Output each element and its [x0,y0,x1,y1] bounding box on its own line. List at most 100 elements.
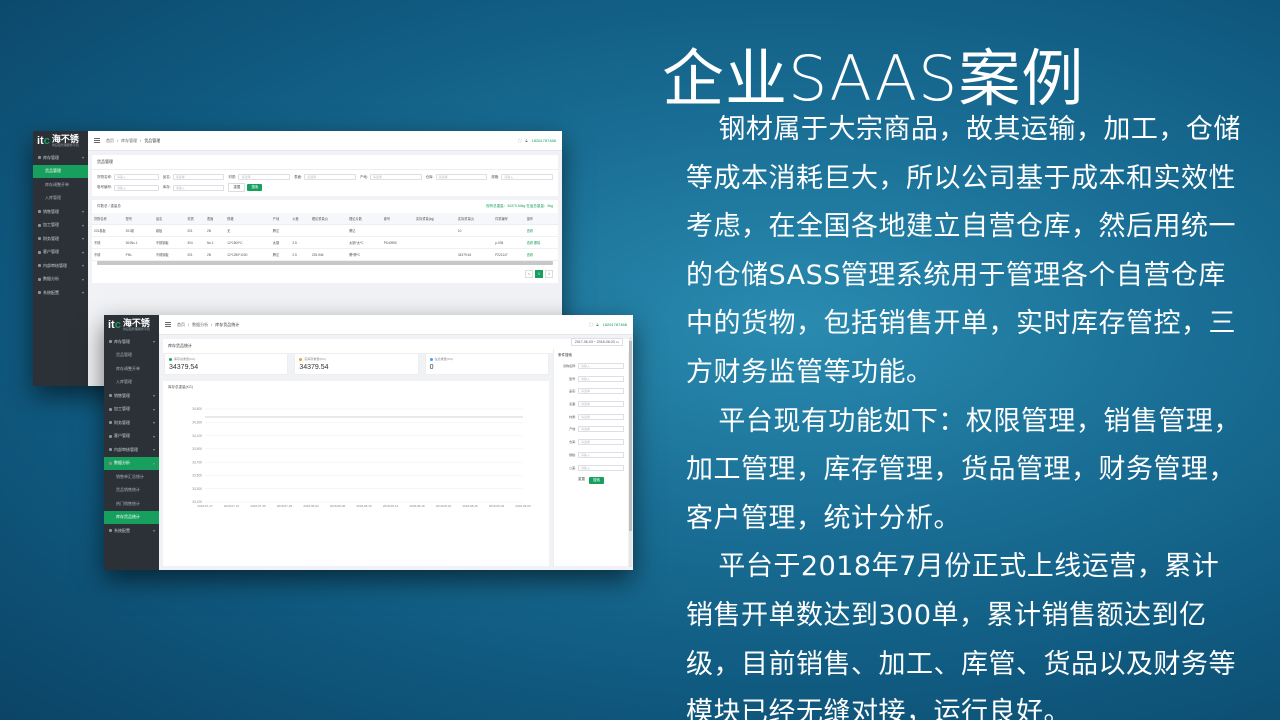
lock-icon[interactable]: 🔒︎ [525,138,527,143]
user-menu[interactable]: 18261787488 [603,322,627,327]
page-button[interactable]: 1 [535,270,543,278]
menu-icon [38,156,41,160]
column-header[interactable]: 件重编号 [493,213,525,225]
filter-input[interactable]: 请选择 [578,426,624,433]
menu-toggle-icon[interactable] [165,322,171,327]
column-header[interactable]: 规格 [225,213,271,225]
sidebar-item-label: 库存管理 [43,154,59,160]
sidebar-item[interactable]: 热门销售统计 [104,497,159,511]
lock-icon[interactable]: 🔒︎ [596,322,598,327]
filter-input[interactable]: 请选择 [172,174,225,180]
menu-icon [38,237,41,241]
fullscreen-icon[interactable]: ⛶ [590,322,593,327]
filter-input[interactable]: 请选择 [369,174,422,180]
filter-input[interactable]: 请选择 [238,174,291,180]
sidebar-item[interactable]: 客户管理 ▾ [33,246,88,260]
fullscreen-icon[interactable]: ⛶ [519,138,522,143]
column-header[interactable]: 公差 [290,213,310,225]
search-button[interactable]: 搜索 [589,477,604,485]
sidebar-item[interactable]: 数据分析 ▾ [104,456,159,470]
sidebar-item[interactable]: 销售管理 ▾ [33,205,88,219]
sidebar-item[interactable]: 库存调整开单 [33,178,88,192]
search-panel-title: 条件搜索 [558,353,572,357]
menu-icon [38,210,41,214]
topbar: 首页 / 库存管理 / 货品管理 ⛶ 🔒︎ 18261787488 [88,131,562,151]
user-menu[interactable]: 18261787488 [532,138,556,143]
sidebar-item[interactable]: 入库管理 [33,192,88,206]
table-cell: 不锈钢板 [153,236,186,249]
sidebar-item[interactable]: 系统配置 ▾ [33,286,88,300]
legend-dot [299,357,303,361]
filter-label: 仓库: [569,440,576,445]
filter-input[interactable]: 请选择 [304,174,356,180]
sidebar-item-label: 库存货品统计 [116,514,140,520]
column-header[interactable]: 货物名称 [92,213,124,225]
sidebar-item[interactable]: 财务管理 ▾ [104,416,159,430]
table-cell [290,224,310,237]
filter-input[interactable]: 请输入 [501,174,553,180]
filter-input[interactable]: 请输入 [113,174,159,180]
sidebar-item[interactable]: 货品管理 [104,349,159,363]
sidebar-item[interactable]: 库存管理 ▾ [33,151,88,165]
column-header[interactable]: 卷号 [381,213,414,225]
filter-input[interactable]: 请输入 [172,184,225,191]
sidebar-item[interactable]: 销售单汇总统计 [104,470,159,484]
filter-input[interactable]: 请输入 [578,464,624,471]
row-actions[interactable]: 查看 [524,224,558,237]
filter-input[interactable]: 请选择 [578,439,624,446]
sidebar-item[interactable]: 销售管理 ▾ [104,389,159,403]
y-tick-label: 34,500 [192,407,202,411]
sidebar-item[interactable]: 货品管理 [33,164,88,178]
filter-input[interactable]: 请输入 [578,375,624,382]
table-cell: 无 [225,224,271,237]
filter-input[interactable]: 请选择 [578,401,624,408]
prev-page-button[interactable]: < [525,270,533,278]
filter-field: 货物名称: 请输入 [558,363,624,369]
filter-input[interactable]: 请输入 [113,184,159,191]
stat-label: 在途重量(KG) [434,357,453,361]
filter-input[interactable]: 请输入 [578,451,624,458]
vertical-scrollbar[interactable] [629,337,632,567]
filter-label: 货物名称: [97,174,112,179]
sidebar-item[interactable]: 货品销售统计 [104,484,159,498]
reset-button[interactable]: 重置 [228,183,246,192]
search-button[interactable]: 搜索 [247,184,263,191]
row-actions[interactable]: 查看 删除 [524,236,558,249]
date-range-picker[interactable]: 2017-06-03 ~ 2018-06-03 ▭ [570,338,623,346]
sidebar-item[interactable]: 内部审核管理 ▾ [33,259,88,273]
column-header[interactable]: 材质 [185,213,205,225]
chevron-down-icon: ▾ [81,249,84,255]
sidebar-item[interactable]: 库存调整开单 [104,362,159,376]
sidebar-item[interactable]: 财务管理 ▾ [33,232,88,246]
next-page-button[interactable]: > [545,270,553,278]
sidebar-item[interactable]: 加工管理 ▾ [33,219,88,233]
reset-button[interactable]: 重置 [578,477,585,484]
sidebar-item[interactable]: 内部审核管理 ▾ [104,443,159,457]
sidebar-item[interactable]: 库存管理 ▾ [104,335,159,349]
column-header[interactable]: 型号 [123,213,154,225]
column-header[interactable]: 实际重量(t) [455,213,494,225]
sidebar-item[interactable]: 数据分析 ▾ [33,273,88,287]
column-header[interactable]: 理论片数 [347,213,382,225]
filter-input[interactable]: 请输入 [578,363,624,369]
sidebar-item-label: 库存管理 [114,338,130,344]
column-header[interactable]: 产地 [270,213,291,225]
column-header[interactable]: 实际重量(kg) [413,213,456,225]
goods-table: 货物名称 型号 品名 材质 表面 规格 产地 公差 理论重量(t) 理论片数 卷号 实际重量(kg) 实… [92,213,558,261]
column-header[interactable]: 理论重量(t) [309,213,348,225]
filter-input[interactable]: 请选择 [435,174,488,180]
column-header[interactable]: 操作 [524,213,558,225]
sidebar-item[interactable]: 入库管理 [104,376,159,390]
sidebar-item[interactable]: 客户管理 ▾ [104,430,159,444]
menu-toggle-icon[interactable] [94,138,100,143]
filter-label: 公差: [569,465,576,470]
sidebar-item[interactable]: 库存货品统计 [104,510,159,524]
column-header[interactable]: 品名 [153,213,186,225]
sidebar-item[interactable]: 加工管理 ▾ [104,403,159,417]
column-header[interactable]: 表面 [204,213,226,225]
row-actions[interactable]: 查看 [524,248,558,261]
sidebar-item[interactable]: 系统配置 ▾ [104,524,159,538]
filter-input[interactable]: 请选择 [578,388,624,395]
table-cell: 腾*腾*C [347,248,382,261]
filter-input[interactable]: 请选择 [578,413,624,420]
